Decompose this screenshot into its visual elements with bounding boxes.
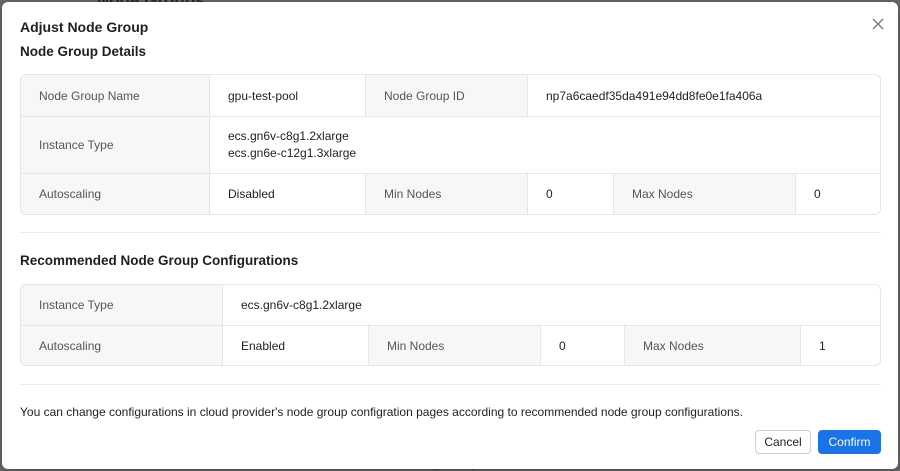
details-row-name: Node Group Name gpu-test-pool Node Group… — [21, 75, 880, 116]
recommended-autoscaling-label: Autoscaling — [21, 326, 222, 365]
recommended-instance-type-label: Instance Type — [21, 285, 222, 325]
recommended-row-instance: Instance Type ecs.gn6v-c8g1.2xlarge — [21, 285, 880, 325]
close-icon[interactable] — [868, 14, 888, 34]
min-nodes-label: Min Nodes — [365, 174, 527, 214]
instance-type-value: ecs.gn6e-c12g1.3xlarge — [228, 146, 357, 160]
cancel-button[interactable]: Cancel — [755, 430, 811, 454]
node-group-name-value: gpu-test-pool — [209, 75, 365, 116]
dialog-title: Adjust Node Group — [20, 19, 149, 35]
details-row-autoscaling: Autoscaling Disabled Min Nodes 0 Max Nod… — [21, 173, 880, 214]
instance-type-values: ecs.gn6v-c8g1.2xlarge ecs.gn6e-c12g1.3xl… — [209, 117, 880, 173]
footer-divider — [20, 384, 881, 385]
recommended-instance-type-value: ecs.gn6v-c8g1.2xlarge — [222, 285, 880, 325]
confirm-button[interactable]: Confirm — [818, 430, 881, 454]
node-group-id-value: np7a6caedf35da491e94dd8fe0e1fa406a — [527, 75, 880, 116]
details-section-title: Node Group Details — [20, 44, 147, 59]
adjust-node-group-dialog: Adjust Node Group Node Group Details Nod… — [2, 2, 898, 469]
autoscaling-value: Disabled — [209, 174, 365, 214]
recommended-min-nodes-label: Min Nodes — [368, 326, 540, 365]
node-group-id-label: Node Group ID — [365, 75, 527, 116]
details-row-instance: Instance Type ecs.gn6v-c8g1.2xlarge ecs.… — [21, 116, 880, 173]
configuration-note: You can change configurations in cloud p… — [20, 405, 743, 419]
section-divider — [20, 232, 881, 233]
recommended-max-nodes-value: 1 — [800, 326, 880, 365]
details-table: Node Group Name gpu-test-pool Node Group… — [20, 74, 881, 215]
recommended-table: Instance Type ecs.gn6v-c8g1.2xlarge Auto… — [20, 284, 881, 366]
max-nodes-value: 0 — [795, 174, 880, 214]
max-nodes-label: Max Nodes — [613, 174, 795, 214]
recommended-section-title: Recommended Node Group Configurations — [20, 253, 299, 268]
recommended-row-autoscaling: Autoscaling Enabled Min Nodes 0 Max Node… — [21, 325, 880, 365]
min-nodes-value: 0 — [527, 174, 613, 214]
node-group-name-label: Node Group Name — [21, 75, 209, 116]
recommended-autoscaling-value: Enabled — [222, 326, 368, 365]
instance-type-label: Instance Type — [21, 117, 209, 173]
autoscaling-label: Autoscaling — [21, 174, 209, 214]
recommended-min-nodes-value: 0 — [540, 326, 624, 365]
recommended-max-nodes-label: Max Nodes — [624, 326, 800, 365]
instance-type-value: ecs.gn6v-c8g1.2xlarge — [228, 129, 349, 143]
